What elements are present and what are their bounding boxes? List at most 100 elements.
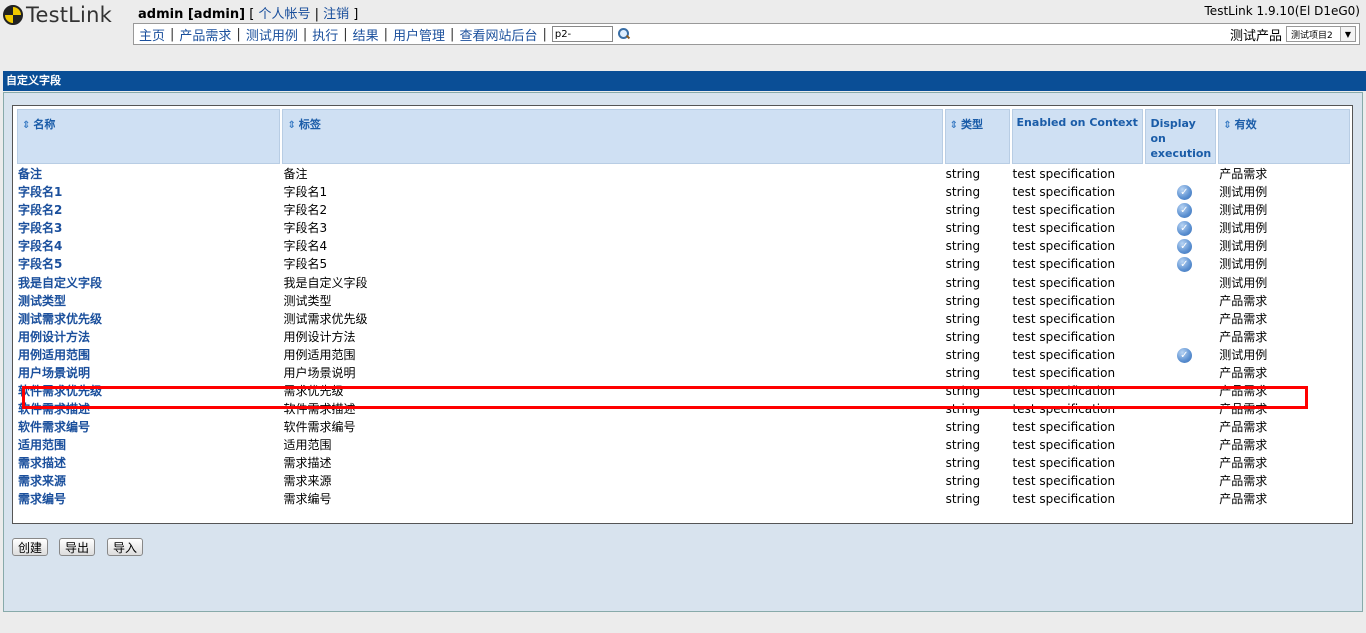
workarea: ⇕ 名称 ⇕ 标签 ⇕ 类型 Enabled on Context Display o… xyxy=(3,92,1363,612)
field-type: string xyxy=(945,348,981,362)
col-header-display[interactable]: Display on execution xyxy=(1145,109,1217,164)
table-row: 需求来源 需求来源 string test specification 产品需求 xyxy=(17,473,1350,489)
field-type: string xyxy=(945,167,981,181)
nav-home[interactable]: 主页 xyxy=(134,25,170,44)
field-name-link[interactable]: 用例设计方法 xyxy=(17,329,280,345)
field-type: string xyxy=(945,221,981,235)
table-row: 软件需求编号 软件需求编号 string test specification 产品需求 xyxy=(17,419,1350,435)
user-info: admin [admin] [ 个人帐号 | 注销 ] xyxy=(138,3,358,22)
nav-results[interactable]: 结果 xyxy=(348,25,384,44)
field-display-on-execution xyxy=(1145,473,1216,489)
field-label: 字段名1 xyxy=(283,185,328,199)
field-name-link[interactable]: 软件需求优先级 xyxy=(17,383,280,399)
separator: | xyxy=(314,7,319,22)
table-row: 字段名4 字段名4 string test specification ✓ 测试用例 xyxy=(17,238,1350,254)
user-name: admin [admin] xyxy=(138,7,246,22)
field-context: test specification xyxy=(1012,438,1116,452)
field-active: 测试用例 xyxy=(1219,239,1268,253)
field-type: string xyxy=(945,185,981,199)
field-type: string xyxy=(945,384,981,398)
field-type: string xyxy=(945,203,981,217)
field-context: test specification xyxy=(1012,420,1116,434)
col-header-context[interactable]: Enabled on Context xyxy=(1011,109,1144,164)
product-select[interactable]: 测试项目2 ▼ xyxy=(1286,26,1356,42)
field-name-link[interactable]: 字段名3 xyxy=(17,220,280,236)
field-name-link[interactable]: 字段名5 xyxy=(17,256,280,272)
nav-requirements[interactable]: 产品需求 xyxy=(174,25,236,44)
field-name-link[interactable]: 备注 xyxy=(17,166,280,182)
table-row: 我是自定义字段 我是自定义字段 string test specification 测试… xyxy=(17,274,1350,291)
col-header-label[interactable]: ⇕ 标签 xyxy=(282,109,943,164)
field-display-on-execution: ✓ xyxy=(1145,256,1216,272)
field-name-link[interactable]: 用例适用范围 xyxy=(17,347,280,363)
field-display-on-execution xyxy=(1145,455,1216,471)
field-name-link[interactable]: 字段名4 xyxy=(17,238,280,254)
logout-link[interactable]: 注销 xyxy=(323,7,349,22)
field-label: 字段名5 xyxy=(283,257,328,271)
field-name-link[interactable]: 软件需求描述 xyxy=(17,401,280,417)
col-header-label-text: 标签 xyxy=(298,118,321,131)
field-name-link[interactable]: 需求来源 xyxy=(17,473,280,489)
field-name-link[interactable]: 字段名2 xyxy=(17,202,280,218)
field-name-link[interactable]: 软件需求编号 xyxy=(17,419,280,435)
field-active: 产品需求 xyxy=(1219,330,1268,344)
create-button[interactable]: 创建 xyxy=(12,538,49,556)
testlink-logo[interactable]: TestLink xyxy=(3,3,112,27)
export-button[interactable]: 导出 xyxy=(59,538,96,556)
logo-text: TestLink xyxy=(26,3,112,27)
product-selected-value: 测试项目2 xyxy=(1291,30,1333,41)
personal-account-link[interactable]: 个人帐号 xyxy=(258,7,310,22)
col-header-name-text: 名称 xyxy=(33,118,56,131)
table-row: 备注 备注 string test specification 产品需求 xyxy=(17,166,1350,182)
field-type: string xyxy=(945,294,981,308)
field-type: string xyxy=(945,239,981,253)
sort-icon: ⇕ xyxy=(22,120,31,131)
field-name-link[interactable]: 需求编号 xyxy=(17,491,280,507)
field-display-on-execution: ✓ xyxy=(1145,202,1216,218)
field-display-on-execution xyxy=(1145,401,1216,417)
field-active: 产品需求 xyxy=(1219,438,1268,452)
testcase-search-input[interactable] xyxy=(551,26,613,42)
table-row: 用例设计方法 用例设计方法 string test specification 产品需求 xyxy=(17,329,1350,345)
field-label: 需求来源 xyxy=(283,474,332,488)
field-label: 字段名4 xyxy=(283,239,328,253)
col-header-name[interactable]: ⇕ 名称 xyxy=(17,109,281,164)
field-context: test specification xyxy=(1012,203,1116,217)
check-icon: ✓ xyxy=(1176,239,1192,254)
field-name-link[interactable]: 用户场景说明 xyxy=(17,365,280,381)
field-name-link[interactable]: 我是自定义字段 xyxy=(17,274,280,291)
col-header-active[interactable]: ⇕ 有效 xyxy=(1218,109,1350,164)
col-header-type-text: 类型 xyxy=(961,118,984,131)
sort-icon: ⇕ xyxy=(949,120,959,131)
field-label: 我是自定义字段 xyxy=(283,275,368,290)
search-icon[interactable] xyxy=(617,27,630,41)
field-active: 产品需求 xyxy=(1219,167,1268,181)
table-row: 适用范围 适用范围 string test specification 产品需求 xyxy=(17,437,1350,453)
field-name-link[interactable]: 字段名1 xyxy=(17,184,280,200)
nav-admin[interactable]: 查看网站后台 xyxy=(454,25,542,44)
nav-user-management[interactable]: 用户管理 xyxy=(388,25,450,44)
table-header-row: ⇕ 名称 ⇕ 标签 ⇕ 类型 Enabled on Context Display o… xyxy=(17,109,1350,164)
product-label: 测试产品 xyxy=(1229,28,1282,44)
nav-execute[interactable]: 执行 xyxy=(307,25,343,44)
field-name-link[interactable]: 测试需求优先级 xyxy=(17,311,280,327)
field-context: test specification xyxy=(1012,366,1116,380)
bracket-close: ] xyxy=(353,7,359,22)
field-type: string xyxy=(945,438,981,452)
field-name-link[interactable]: 适用范围 xyxy=(17,437,280,453)
page-title: 自定义字段 xyxy=(3,71,1366,91)
field-context: test specification xyxy=(1012,474,1116,488)
field-type: string xyxy=(945,420,981,434)
chevron-down-icon: ▼ xyxy=(1340,27,1355,41)
col-header-type[interactable]: ⇕ 类型 xyxy=(944,109,1010,164)
field-name-link[interactable]: 测试类型 xyxy=(17,293,280,309)
table-row: 用例适用范围 用例适用范围 string test specification ✓ 测试用… xyxy=(17,347,1350,363)
import-button[interactable]: 导入 xyxy=(107,538,144,556)
field-name-link[interactable]: 需求描述 xyxy=(17,455,280,471)
nav-testcases[interactable]: 测试用例 xyxy=(241,25,303,44)
field-type: string xyxy=(945,402,981,416)
check-icon: ✓ xyxy=(1176,221,1192,236)
field-context: test specification xyxy=(1012,456,1116,470)
table-row: 需求编号 需求编号 string test specification 产品需求 xyxy=(17,491,1350,507)
check-icon: ✓ xyxy=(1176,203,1192,218)
